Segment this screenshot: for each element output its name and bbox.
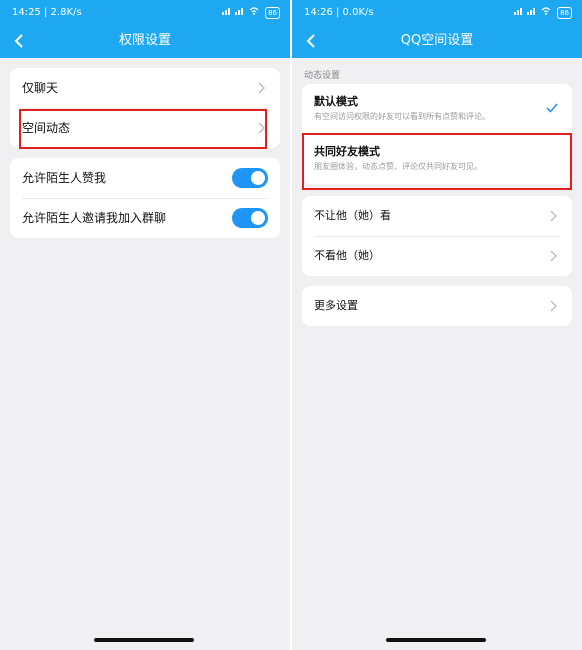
header-bar: 14:25 | 2.8K/s 86 权限设置 (0, 0, 290, 58)
battery-icon: 86 (557, 7, 572, 19)
chevron-right-icon (258, 82, 265, 94)
row-label: 更多设置 (314, 299, 358, 312)
signal-icon (514, 8, 536, 15)
status-time: 14:26 | 0.0K/s (304, 7, 374, 18)
toggle-switch[interactable] (232, 208, 268, 228)
checkmark-icon (546, 103, 558, 113)
chevron-right-icon (550, 250, 557, 262)
screenshot-comparison: 14:25 | 2.8K/s 86 权限设置 仅聊天 空间动态 允许陌生人赞我 … (0, 0, 582, 650)
toggle-row-stranger-invite: 允许陌生人邀请我加入群聊 (10, 198, 280, 238)
more-settings-card: 更多设置 (302, 286, 572, 326)
toggle-knob (251, 171, 265, 185)
chevron-right-icon (550, 210, 557, 222)
wifi-icon (541, 7, 551, 15)
toggle-row-stranger-like: 允许陌生人赞我 (10, 158, 280, 198)
row-label: 允许陌生人邀请我加入群聊 (22, 211, 167, 225)
row-label: 仅聊天 (22, 81, 59, 95)
page-title: QQ空间设置 (400, 33, 474, 48)
page-title: 权限设置 (118, 33, 171, 48)
mode-description: 有空间访问权限的好友可以看到所有点赞和评论。 (314, 112, 490, 121)
highlight-box (19, 109, 267, 149)
home-indicator[interactable] (94, 638, 194, 642)
row-block-them[interactable]: 不让他（她）看 (302, 196, 572, 236)
toggle-knob (251, 211, 265, 225)
stranger-settings-card: 允许陌生人赞我 允许陌生人邀请我加入群聊 (10, 158, 280, 238)
home-indicator[interactable] (386, 638, 486, 642)
mode-option-default[interactable]: 默认模式 有空间访问权限的好友可以看到所有点赞和评论。 (302, 84, 572, 134)
status-icons: 86 (222, 0, 280, 26)
toggle-switch[interactable] (232, 168, 268, 188)
status-bar: 14:26 | 0.0K/s 86 (292, 0, 582, 26)
row-hide-them[interactable]: 不看他（她） (302, 236, 572, 276)
qzone-settings-screen: 14:26 | 0.0K/s 86 QQ空间设置 动态设置 默认模式 有空间访问… (292, 0, 582, 650)
status-icons: 86 (514, 0, 572, 26)
mode-title: 默认模式 (314, 95, 358, 108)
status-time: 14:25 | 2.8K/s (12, 7, 82, 18)
row-label: 允许陌生人赞我 (22, 171, 107, 185)
row-label: 不让他（她）看 (314, 209, 391, 222)
row-label: 不看他（她） (314, 249, 380, 262)
permission-settings-screen: 14:25 | 2.8K/s 86 权限设置 仅聊天 空间动态 允许陌生人赞我 … (0, 0, 290, 650)
visibility-card: 不让他（她）看 不看他（她） (302, 196, 572, 276)
status-bar: 14:25 | 2.8K/s 86 (0, 0, 290, 26)
signal-icon (222, 8, 244, 15)
section-label-feed-settings: 动态设置 (304, 71, 341, 81)
wifi-icon (249, 7, 259, 15)
header-bar: 14:26 | 0.0K/s 86 QQ空间设置 (292, 0, 582, 58)
highlight-box (302, 133, 572, 190)
row-chat-only[interactable]: 仅聊天 (10, 68, 280, 108)
battery-icon: 86 (265, 7, 280, 19)
row-more-settings[interactable]: 更多设置 (302, 286, 572, 326)
chevron-right-icon (550, 300, 557, 312)
